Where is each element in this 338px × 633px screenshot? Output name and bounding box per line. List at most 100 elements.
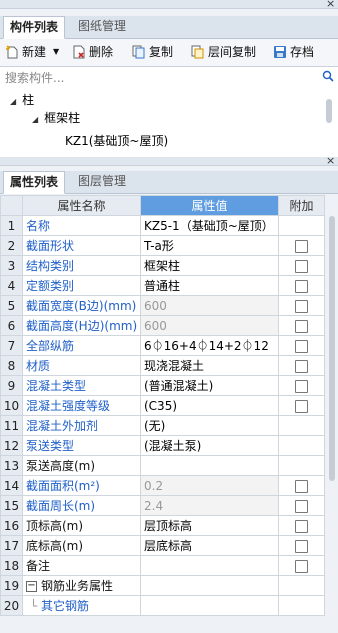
table-row[interactable]: 5 截面宽度(B边)(mm) 600 <box>0 295 325 316</box>
tab-component-list[interactable]: 构件列表 <box>3 16 66 39</box>
save-button[interactable]: 存档 <box>273 43 314 61</box>
search-input[interactable]: 搜索构件... <box>5 69 64 86</box>
property-name-label: 泵送高度(m) <box>26 459 96 473</box>
property-value[interactable]: KZ5-1（基础顶~屋顶） <box>140 215 279 236</box>
extra-cell <box>278 415 325 436</box>
copy-label: 复制 <box>149 45 174 59</box>
property-name: 材质 <box>22 355 141 376</box>
property-value[interactable]: (无) <box>140 415 279 436</box>
table-row[interactable]: 18 备注 <box>0 555 325 576</box>
extra-checkbox[interactable] <box>295 559 308 573</box>
tab-property-list[interactable]: 属性列表 <box>3 171 66 194</box>
new-dropdown-icon[interactable]: ▼ <box>53 43 59 61</box>
table-row[interactable]: 12 泵送类型 (混凝土泵) <box>0 435 325 456</box>
save-label: 存档 <box>290 45 315 59</box>
property-value[interactable] <box>140 455 279 476</box>
row-number: 13 <box>0 455 23 476</box>
extra-checkbox[interactable] <box>295 359 308 373</box>
property-value[interactable]: (混凝土泵) <box>140 435 279 456</box>
property-name: 全部纵筋 <box>22 335 141 356</box>
table-row[interactable]: 16 顶标高(m) 层顶标高 <box>0 515 325 536</box>
table-row[interactable]: 2 截面形状 T-a形 <box>0 235 325 256</box>
table-row[interactable]: 19− 钢筋业务属性 <box>0 575 325 596</box>
table-row[interactable]: 4 定额类别 普通柱 <box>0 275 325 296</box>
extra-checkbox[interactable] <box>295 539 308 553</box>
table-row[interactable]: 14 截面面积(m²) 0.2 <box>0 475 325 496</box>
expand-icon[interactable]: ◢ <box>32 115 38 124</box>
property-name-label: 顶标高(m) <box>26 519 84 533</box>
extra-checkbox[interactable] <box>295 479 308 493</box>
property-name: 定额类别 <box>22 275 141 296</box>
floor-copy-button[interactable]: 层间复制 <box>191 43 256 61</box>
collapse-icon[interactable]: − <box>26 581 37 592</box>
extra-cell <box>278 335 325 356</box>
table-row[interactable]: 17 底标高(m) 层底标高 <box>0 535 325 556</box>
tree-line-icon: └ <box>30 599 42 613</box>
property-name-label: 截面面积(m²) <box>26 479 100 493</box>
property-value[interactable] <box>140 555 279 576</box>
table-row[interactable]: 15 截面周长(m) 2.4 <box>0 495 325 516</box>
extra-checkbox[interactable] <box>295 259 308 273</box>
property-value[interactable]: 框架柱 <box>140 255 279 276</box>
expand-icon[interactable]: ◢ <box>10 97 16 106</box>
tree-node-frame-column[interactable]: ◢ 框架柱 <box>32 109 80 127</box>
table-row[interactable]: 11 混凝土外加剂 (无) <box>0 415 325 436</box>
property-name-label: 截面宽度(B边)(mm) <box>26 299 137 313</box>
copy-button[interactable]: 复制 <box>132 43 173 61</box>
table-row[interactable]: 3 结构类别 框架柱 <box>0 255 325 276</box>
tree-node-column[interactable]: ◢ 柱 <box>10 91 34 109</box>
property-value[interactable]: T-a形 <box>140 235 279 256</box>
table-row[interactable]: 8 材质 现浇混凝土 <box>0 355 325 376</box>
extra-cell <box>278 495 325 516</box>
property-value[interactable] <box>140 575 279 596</box>
property-value[interactable]: (C35) <box>140 395 279 416</box>
property-name: 截面形状 <box>22 235 141 256</box>
table-row[interactable]: 20 └ 其它钢筋 <box>0 595 325 616</box>
delete-label: 删除 <box>89 45 114 59</box>
property-scrollbar[interactable] <box>329 216 335 481</box>
tab-layer-management[interactable]: 图层管理 <box>72 171 132 192</box>
tree-node-label: KZ1(基础顶~屋顶) <box>65 134 169 148</box>
extra-checkbox[interactable] <box>295 279 308 293</box>
extra-checkbox[interactable] <box>295 399 308 413</box>
extra-checkbox[interactable] <box>295 519 308 533</box>
extra-checkbox[interactable] <box>295 499 308 513</box>
extra-cell <box>278 355 325 376</box>
property-value[interactable]: 层顶标高 <box>140 515 279 536</box>
delete-button[interactable]: 删除 <box>72 43 113 61</box>
table-row[interactable]: 7 全部纵筋 6⏀16+4⏀14+2⏀12 <box>0 335 325 356</box>
extra-checkbox[interactable] <box>295 299 308 313</box>
extra-checkbox[interactable] <box>295 239 308 253</box>
property-name: 顶标高(m) <box>22 515 141 536</box>
property-value[interactable]: 现浇混凝土 <box>140 355 279 376</box>
table-row[interactable]: 13 泵送高度(m) <box>0 455 325 476</box>
property-name-label: 混凝土强度等级 <box>26 399 111 413</box>
property-value[interactable]: 层底标高 <box>140 535 279 556</box>
search-icon[interactable] <box>322 70 334 82</box>
new-button[interactable]: 新建 ▼ <box>5 43 59 61</box>
table-row[interactable]: 10 混凝土强度等级 (C35) <box>0 395 325 416</box>
table-row[interactable]: 9 混凝土类型 (普通混凝土) <box>0 375 325 396</box>
bottom-panel-close-icon[interactable]: × <box>326 154 335 167</box>
extra-checkbox[interactable] <box>295 379 308 393</box>
property-name-label: 截面形状 <box>26 239 75 253</box>
header-property-name: 属性名称 <box>22 195 141 216</box>
property-name: 截面高度(H边)(mm) <box>22 315 141 336</box>
table-row[interactable]: 6 截面高度(H边)(mm) 600 <box>0 315 325 336</box>
tree-node-kz1[interactable]: KZ1(基础顶~屋顶) <box>65 132 168 150</box>
property-value[interactable]: (普通混凝土) <box>140 375 279 396</box>
tab-drawing-management[interactable]: 图纸管理 <box>72 16 132 37</box>
row-number: 19 <box>0 575 23 596</box>
table-row[interactable]: 1 名称 KZ5-1（基础顶~屋顶） <box>0 215 325 236</box>
extra-checkbox[interactable] <box>295 319 308 333</box>
top-panel-close-icon[interactable]: × <box>326 0 335 10</box>
extra-cell <box>278 275 325 296</box>
property-value[interactable] <box>140 595 279 616</box>
search-bar[interactable]: 搜索构件... <box>0 66 338 88</box>
extra-checkbox[interactable] <box>295 339 308 353</box>
property-value[interactable]: 普通柱 <box>140 275 279 296</box>
property-value: 2.4 <box>140 495 279 516</box>
property-value[interactable]: 6⏀16+4⏀14+2⏀12 <box>140 335 279 356</box>
tree-scrollbar[interactable] <box>326 99 332 123</box>
extra-cell <box>278 575 325 596</box>
